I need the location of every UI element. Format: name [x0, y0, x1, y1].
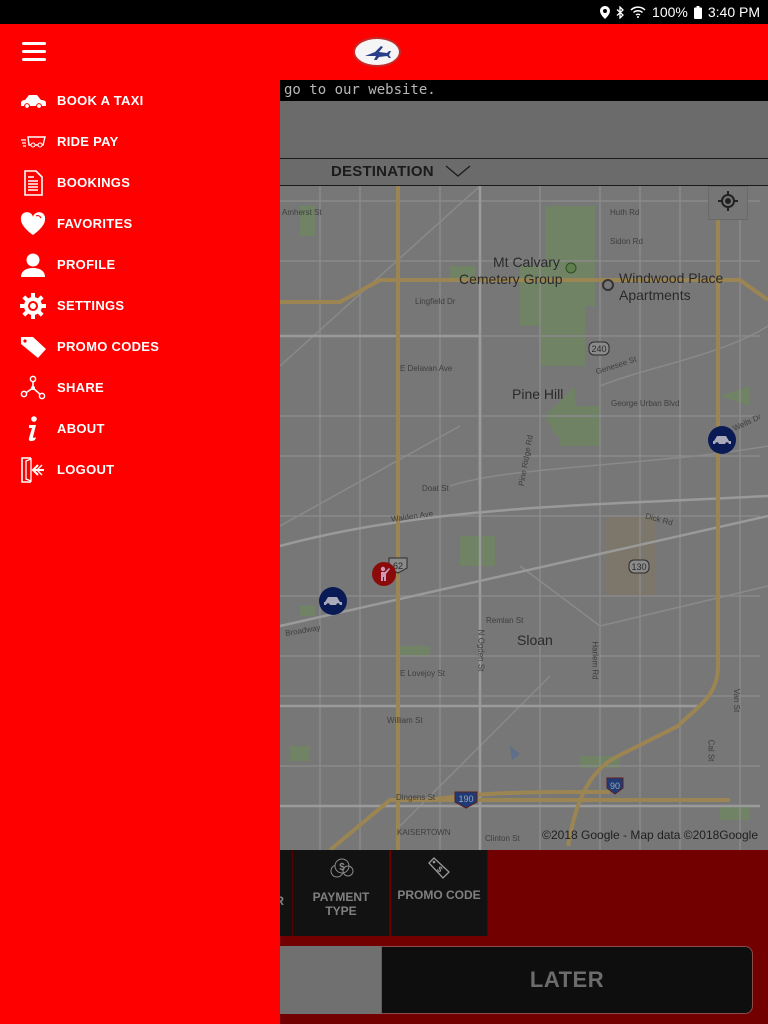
street-label: Amherst St	[282, 208, 322, 217]
option-label: PAYMENT TYPE	[312, 890, 370, 918]
drawer-item-label: RIDE PAY	[57, 134, 119, 149]
taxi-marker[interactable]	[708, 426, 736, 454]
wifi-icon	[630, 6, 646, 18]
place-label: Windwood Place	[619, 270, 724, 286]
user-icon	[18, 250, 48, 280]
street-label: Remlan St	[486, 616, 524, 625]
battery-percent: 100%	[652, 4, 688, 20]
drawer-item-profile[interactable]: PROFILE	[0, 244, 280, 285]
street-label: Huth Rd	[610, 208, 640, 217]
info-icon	[18, 414, 48, 444]
chevron-down-icon	[445, 164, 471, 183]
hamburger-menu-button[interactable]	[16, 35, 52, 67]
street-label: E Delavan Ave	[400, 364, 453, 373]
street-label: Harlem Rd	[590, 641, 600, 680]
drawer-item-bookings[interactable]: BOOKINGS	[0, 162, 280, 203]
coins-icon: $	[327, 856, 355, 880]
place-label: Apartments	[619, 287, 691, 303]
street-label: Dingens St	[396, 793, 436, 802]
drawer-item-share[interactable]: SHARE	[0, 367, 280, 408]
svg-text:$: $	[435, 865, 445, 875]
tag-icon	[18, 332, 48, 362]
street-label: Sidon Rd	[610, 237, 643, 246]
street-label: Lingfield Dr	[415, 297, 456, 306]
svg-text:90: 90	[610, 781, 620, 791]
drawer-item-promo-codes[interactable]: PROMO CODES	[0, 326, 280, 367]
navigation-drawer: BOOK A TAXI RIDE PAY BOOKINGS FAVORITES	[0, 80, 280, 1024]
user-location-marker[interactable]	[372, 562, 396, 586]
drawer-item-book-a-taxi[interactable]: BOOK A TAXI	[0, 80, 280, 121]
drawer-item-label: BOOKINGS	[57, 175, 131, 190]
drawer-item-about[interactable]: ABOUT	[0, 408, 280, 449]
street-label: William St	[387, 716, 423, 725]
map-attribution: ©2018 Google - Map data ©2018Google	[542, 828, 758, 842]
svg-text:240: 240	[591, 344, 606, 354]
street-label: Cal St	[706, 739, 716, 762]
street-label: Doat St	[422, 484, 449, 493]
drawer-item-label: LOGOUT	[57, 462, 115, 477]
ride-pay-icon	[18, 127, 48, 157]
drawer-item-label: ABOUT	[57, 421, 105, 436]
hamburger-menu-icon	[22, 41, 46, 45]
place-label: Sloan	[517, 632, 553, 648]
option-label: PROMO CODE	[397, 888, 481, 902]
gear-icon	[18, 291, 48, 321]
destination-label: DESTINATION	[331, 163, 434, 180]
drawer-item-label: SETTINGS	[57, 298, 125, 313]
later-button[interactable]: LATER	[381, 946, 753, 1014]
app-header	[0, 24, 768, 80]
drawer-item-favorites[interactable]: FAVORITES	[0, 203, 280, 244]
hamburger-line	[22, 49, 46, 53]
place-label: Cemetery Group	[459, 271, 563, 287]
airplane-logo	[353, 37, 401, 67]
drawer-item-label: FAVORITES	[57, 216, 133, 231]
svg-text:130: 130	[631, 562, 646, 572]
taxi-marker[interactable]	[319, 587, 347, 615]
drawer-item-settings[interactable]: SETTINGS	[0, 285, 280, 326]
my-location-button[interactable]	[708, 186, 748, 220]
clock: 3:40 PM	[707, 4, 760, 20]
price-tag-icon: $	[427, 856, 451, 880]
place-label: Mt Calvary	[493, 254, 560, 270]
heart-icon	[18, 209, 48, 239]
drawer-item-label: PROMO CODES	[57, 339, 160, 354]
hamburger-line	[22, 57, 46, 61]
status-bar: 100% 3:40 PM	[0, 0, 768, 24]
street-label: Van St	[732, 688, 742, 713]
crosshair-icon	[717, 190, 739, 217]
document-icon	[18, 168, 48, 198]
bluetooth-icon	[616, 5, 624, 19]
battery-icon	[693, 5, 702, 19]
street-label: George Urban Blvd	[611, 399, 680, 408]
street-label: E Lovejoy St	[400, 669, 445, 678]
taxi-icon	[18, 86, 48, 116]
share-icon	[18, 373, 48, 403]
location-icon	[600, 5, 611, 19]
svg-text:190: 190	[458, 794, 473, 804]
drawer-item-logout[interactable]: LOGOUT	[0, 449, 280, 490]
drawer-item-label: SHARE	[57, 380, 105, 395]
drawer-item-label: BOOK A TAXI	[57, 93, 144, 108]
payment-type-button[interactable]: $ PAYMENT TYPE	[293, 850, 390, 936]
promo-code-button[interactable]: $ PROMO CODE	[391, 850, 488, 936]
drawer-item-ride-pay[interactable]: RIDE PAY	[0, 121, 280, 162]
street-label: Clinton St	[485, 834, 520, 843]
street-label: N Ogden St	[476, 629, 486, 672]
street-label: KAISERTOWN	[397, 828, 451, 837]
drawer-item-label: PROFILE	[57, 257, 116, 272]
website-banner[interactable]: go to our website.	[280, 80, 768, 101]
logout-icon	[18, 455, 48, 485]
place-label: Pine Hill	[512, 386, 564, 402]
